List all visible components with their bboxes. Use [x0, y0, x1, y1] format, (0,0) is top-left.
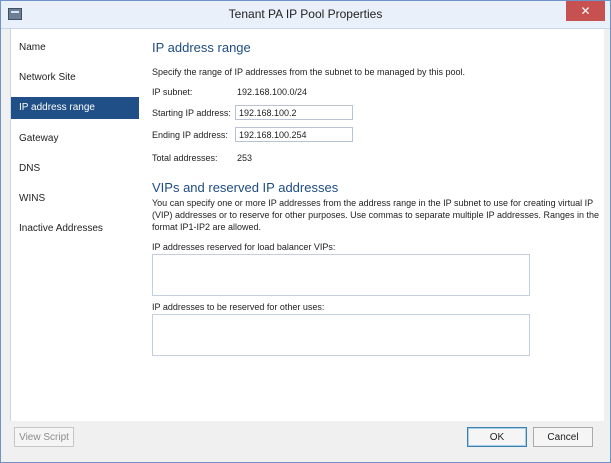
vip-field-label: IP addresses reserved for load balancer …: [152, 242, 336, 252]
total-addresses-value: 253: [237, 153, 253, 163]
title-bar: Tenant PA IP Pool Properties ✕: [1, 1, 610, 29]
ending-ip-label: Ending IP address:: [152, 130, 228, 140]
vip-addresses-field[interactable]: [152, 254, 530, 296]
view-script-button[interactable]: View Script: [14, 427, 74, 447]
close-icon[interactable]: ✕: [566, 1, 605, 21]
range-description: Specify the range of IP addresses from t…: [152, 67, 466, 77]
vip-description: You can specify one or more IP addresses…: [152, 198, 600, 232]
sidebar-item-dns[interactable]: DNS: [11, 158, 139, 180]
section-heading-vips: VIPs and reserved IP addresses: [152, 180, 339, 195]
total-addresses-label: Total addresses:: [152, 153, 218, 163]
ending-ip-field[interactable]: 192.168.100.254: [235, 127, 353, 142]
sidebar-item-gateway[interactable]: Gateway: [11, 128, 139, 150]
properties-window: Tenant PA IP Pool Properties ✕ Name Netw…: [0, 0, 611, 463]
ok-button[interactable]: OK: [467, 427, 527, 447]
reserved-field-label: IP addresses to be reserved for other us…: [152, 302, 325, 312]
starting-ip-label: Starting IP address:: [152, 108, 231, 118]
ip-subnet-value: 192.168.100.0/24: [237, 87, 308, 97]
starting-ip-field[interactable]: 192.168.100.2: [235, 105, 353, 120]
ip-subnet-label: IP subnet:: [152, 87, 193, 97]
dialog-footer: View Script OK Cancel: [2, 422, 609, 462]
sidebar: Name Network Site IP address range Gatew…: [10, 29, 147, 421]
reserved-addresses-field[interactable]: [152, 314, 530, 356]
main-panel: IP address range Specify the range of IP…: [139, 29, 604, 421]
sidebar-item-inactive-addresses[interactable]: Inactive Addresses: [11, 218, 139, 240]
sidebar-item-wins[interactable]: WINS: [11, 188, 139, 210]
sidebar-item-name[interactable]: Name: [11, 37, 139, 59]
cancel-button[interactable]: Cancel: [533, 427, 593, 447]
sidebar-item-network-site[interactable]: Network Site: [11, 67, 139, 89]
sidebar-item-ip-address-range[interactable]: IP address range: [11, 97, 147, 119]
window-title: Tenant PA IP Pool Properties: [228, 7, 383, 21]
section-heading-ip-range: IP address range: [152, 40, 251, 55]
